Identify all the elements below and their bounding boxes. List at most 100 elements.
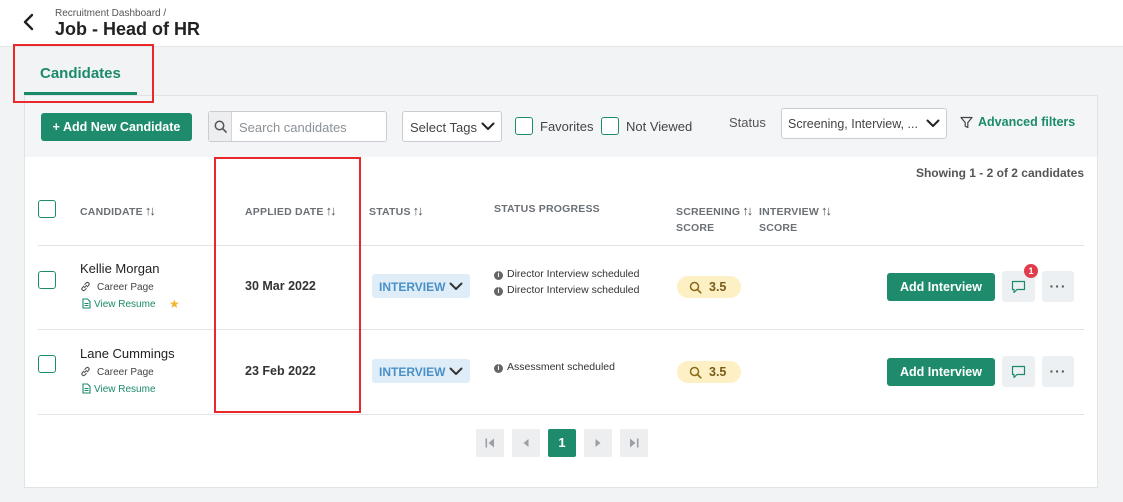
info-icon: i [494, 364, 503, 373]
row-checkbox[interactable] [38, 355, 56, 373]
filter-icon [960, 116, 973, 129]
add-new-candidate-button[interactable]: + Add New Candidate [41, 113, 192, 141]
search-box [208, 111, 387, 142]
comment-count-badge: 1 [1024, 264, 1038, 278]
sort-icon: ↑↓ [742, 203, 753, 218]
candidate-source: Career Page [80, 281, 154, 293]
link-icon [81, 366, 90, 377]
favorites-checkbox[interactable] [515, 117, 533, 135]
source-label: Career Page [97, 367, 154, 378]
page-number-button[interactable]: 1 [548, 429, 576, 457]
applied-date: 30 Mar 2022 [245, 279, 316, 293]
select-all-checkbox[interactable] [38, 200, 56, 218]
candidate-name[interactable]: Kellie Morgan [80, 261, 160, 276]
first-page-button[interactable] [476, 429, 504, 457]
document-icon [82, 383, 91, 394]
status-filter-label: Status [729, 115, 766, 130]
not-viewed-checkbox[interactable] [601, 117, 619, 135]
tab-candidates[interactable]: Candidates [24, 52, 137, 95]
column-header-label: STATUS [369, 206, 411, 218]
document-icon [82, 298, 91, 309]
candidate-source: Career Page [80, 366, 154, 378]
more-options-button[interactable]: ··· [1042, 356, 1074, 387]
view-resume-link[interactable]: View Resume [82, 383, 156, 395]
progress-text: Director Interview scheduled [507, 284, 640, 296]
search-icon [209, 112, 232, 141]
search-icon [689, 281, 702, 294]
status-value: INTERVIEW [379, 280, 446, 294]
not-viewed-label: Not Viewed [626, 119, 693, 134]
next-page-button[interactable] [584, 429, 612, 457]
candidates-panel: + Add New Candidate Select Tags Favorite… [24, 95, 1098, 488]
chevron-down-icon [449, 282, 463, 290]
column-header-applied-date[interactable]: APPLIED DATE ↑↓ [245, 203, 337, 218]
column-header-interview-score[interactable]: INTERVIEW ↑↓ [759, 203, 832, 218]
add-interview-button[interactable]: Add Interview [887, 358, 995, 386]
column-header-label: INTERVIEW [759, 206, 819, 218]
comment-button[interactable] [1002, 356, 1035, 387]
chevron-down-icon [481, 122, 495, 130]
screening-score-badge: 3.5 [677, 276, 741, 298]
more-icon: ··· [1049, 363, 1067, 379]
add-interview-button[interactable]: Add Interview [887, 273, 995, 301]
status-filter-value: Screening, Interview, ... [788, 117, 918, 131]
status-filter-dropdown[interactable]: Screening, Interview, ... [781, 108, 947, 139]
last-page-button[interactable] [620, 429, 648, 457]
view-resume-link[interactable]: View Resume [82, 298, 156, 310]
view-resume-label: View Resume [94, 299, 156, 310]
previous-page-button[interactable] [512, 429, 540, 457]
sort-icon: ↑↓ [412, 203, 424, 218]
column-header-label: SCORE [759, 222, 798, 234]
search-icon [689, 366, 702, 379]
search-input[interactable] [239, 118, 379, 136]
breadcrumb[interactable]: Recruitment Dashboard / [55, 8, 166, 19]
sort-icon: ↑↓ [144, 203, 156, 218]
row-checkbox[interactable] [38, 271, 56, 289]
chevron-down-icon [449, 367, 463, 375]
column-header-status[interactable]: STATUS ↑↓ [369, 203, 424, 218]
view-resume-label: View Resume [94, 384, 156, 395]
first-page-icon [485, 438, 494, 448]
column-header-screening-score[interactable]: SCREENING ↑↓ [676, 203, 753, 218]
filter-toolbar: + Add New Candidate Select Tags Favorite… [25, 96, 1097, 157]
last-page-icon [630, 438, 639, 448]
screening-score-value: 3.5 [709, 280, 727, 294]
chevron-left-icon [523, 439, 529, 447]
screening-score-badge: 3.5 [677, 361, 741, 383]
screening-score-value: 3.5 [709, 365, 727, 379]
status-progress-item: i Assessment scheduled [494, 361, 615, 373]
status-progress-item: i Director Interview scheduled [494, 268, 639, 280]
select-tags-label: Select Tags [410, 120, 477, 135]
comment-icon [1011, 365, 1026, 379]
column-header-candidate[interactable]: CANDIDATE ↑↓ [80, 203, 156, 218]
column-header-status-progress: STATUS PROGRESS [494, 203, 600, 215]
results-count: Showing 1 - 2 of 2 candidates [915, 166, 1084, 180]
status-dropdown[interactable]: INTERVIEW [372, 274, 470, 298]
page-title: Job - Head of HR [55, 19, 201, 39]
status-value: INTERVIEW [379, 365, 446, 379]
progress-text: Director Interview scheduled [507, 268, 640, 280]
back-arrow-icon[interactable] [18, 10, 40, 34]
link-icon [81, 281, 90, 292]
column-header-label: APPLIED DATE [245, 206, 324, 218]
source-label: Career Page [97, 282, 154, 293]
applied-date: 23 Feb 2022 [245, 364, 316, 378]
top-bar: Recruitment Dashboard / Job - Head of HR [0, 0, 1123, 47]
comment-icon [1011, 280, 1026, 294]
candidate-name[interactable]: Lane Cummings [80, 346, 175, 361]
divider [38, 414, 1084, 415]
info-icon: i [494, 287, 503, 296]
favorites-label: Favorites [540, 119, 594, 134]
more-icon: ··· [1049, 278, 1067, 294]
divider [38, 329, 1084, 330]
column-header-label: CANDIDATE [80, 206, 143, 218]
more-options-button[interactable]: ··· [1042, 271, 1074, 302]
sort-icon: ↑↓ [820, 203, 832, 218]
tab-label: Candidates [40, 65, 121, 82]
column-header-label: SCREENING [676, 206, 741, 218]
progress-text: Assessment scheduled [507, 361, 615, 373]
favorite-star-icon[interactable]: ★ [169, 297, 180, 311]
status-dropdown[interactable]: INTERVIEW [372, 359, 470, 383]
chevron-down-icon [926, 119, 940, 127]
select-tags-dropdown[interactable]: Select Tags [402, 111, 502, 142]
